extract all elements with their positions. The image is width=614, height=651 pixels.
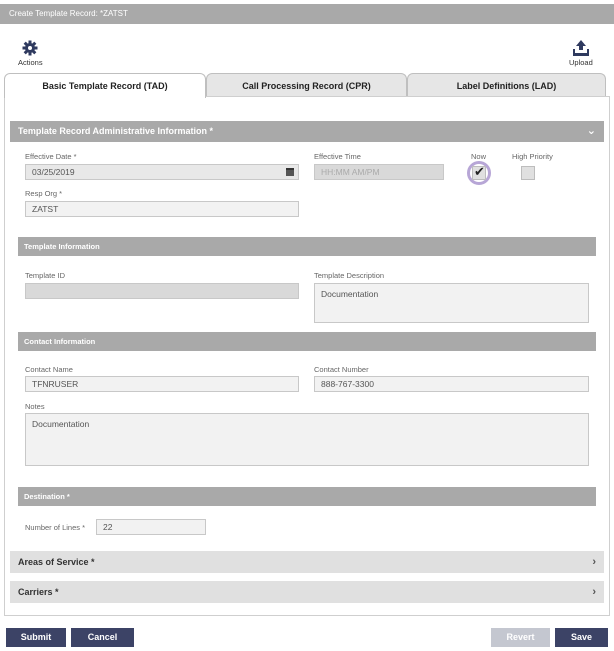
contact-number-value: 888-767-3300 (321, 379, 374, 389)
admin-section-title: Template Record Administrative Informati… (18, 126, 214, 136)
destination-header: Destination * (18, 487, 596, 506)
gear-icon (22, 40, 38, 56)
tab-basic-template-record[interactable]: Basic Template Record (TAD) (4, 73, 206, 98)
contact-name-label: Contact Name (25, 365, 73, 374)
high-priority-checkbox[interactable] (521, 166, 535, 180)
contact-number-field[interactable]: 888-767-3300 (314, 376, 589, 392)
template-description-field[interactable]: Documentation (314, 283, 589, 323)
upload-button[interactable]: Upload (569, 40, 593, 67)
notes-label: Notes (25, 402, 45, 411)
window-title: Create Template Record: *ZATST (0, 4, 614, 24)
number-of-lines-field[interactable]: 22 (96, 519, 206, 535)
now-checkbox[interactable]: ✔ (472, 164, 486, 180)
carriers-header[interactable]: Carriers * › (10, 581, 604, 603)
contact-name-value: TFNRUSER (32, 379, 79, 389)
template-description-value: Documentation (321, 289, 379, 299)
effective-time-field[interactable]: HH:MM AM/PM (314, 164, 444, 180)
template-id-label: Template ID (25, 271, 66, 280)
upload-label: Upload (569, 58, 593, 67)
save-button[interactable]: Save (555, 628, 608, 647)
number-of-lines-value: 22 (103, 522, 113, 532)
now-label: Now (471, 152, 487, 161)
template-info-header: Template Information (18, 237, 596, 256)
effective-date-label: Effective Date * (25, 152, 77, 161)
effective-time-placeholder: HH:MM AM/PM (321, 167, 380, 177)
actions-button[interactable]: Actions (18, 40, 43, 67)
chevron-right-icon: › (592, 586, 596, 598)
contact-name-field[interactable]: TFNRUSER (25, 376, 299, 392)
notes-value: Documentation (32, 419, 90, 429)
resp-org-label: Resp Org * (25, 189, 63, 198)
contact-info-header: Contact Information (18, 332, 596, 351)
checkmark-icon: ✔ (474, 164, 485, 179)
notes-field[interactable]: Documentation (25, 413, 589, 466)
high-priority-label: High Priority (512, 152, 553, 161)
upload-icon (572, 40, 589, 56)
actions-label: Actions (18, 58, 43, 67)
revert-button[interactable]: Revert (491, 628, 550, 647)
resp-org-value: ZATST (32, 204, 59, 214)
tab-call-processing-record[interactable]: Call Processing Record (CPR) (206, 73, 407, 97)
admin-section-header[interactable]: Template Record Administrative Informati… (10, 121, 604, 142)
template-id-field[interactable] (25, 283, 299, 299)
tab-label-definitions[interactable]: Label Definitions (LAD) (407, 73, 606, 97)
areas-of-service-title: Areas of Service * (18, 557, 95, 567)
template-description-label: Template Description (314, 271, 385, 280)
submit-button[interactable]: Submit (6, 628, 66, 647)
areas-of-service-header[interactable]: Areas of Service * › (10, 551, 604, 573)
chevron-down-icon: ⌄ (586, 125, 596, 137)
resp-org-field[interactable]: ZATST (25, 201, 299, 217)
effective-time-label: Effective Time (314, 152, 361, 161)
cancel-button[interactable]: Cancel (71, 628, 134, 647)
effective-date-value: 03/25/2019 (32, 167, 75, 177)
calendar-icon[interactable] (286, 168, 294, 176)
effective-date-field[interactable]: 03/25/2019 (25, 164, 299, 180)
number-of-lines-label: Number of Lines * (25, 523, 86, 532)
carriers-title: Carriers * (18, 587, 59, 597)
chevron-right-icon: › (592, 556, 596, 568)
contact-number-label: Contact Number (314, 365, 369, 374)
